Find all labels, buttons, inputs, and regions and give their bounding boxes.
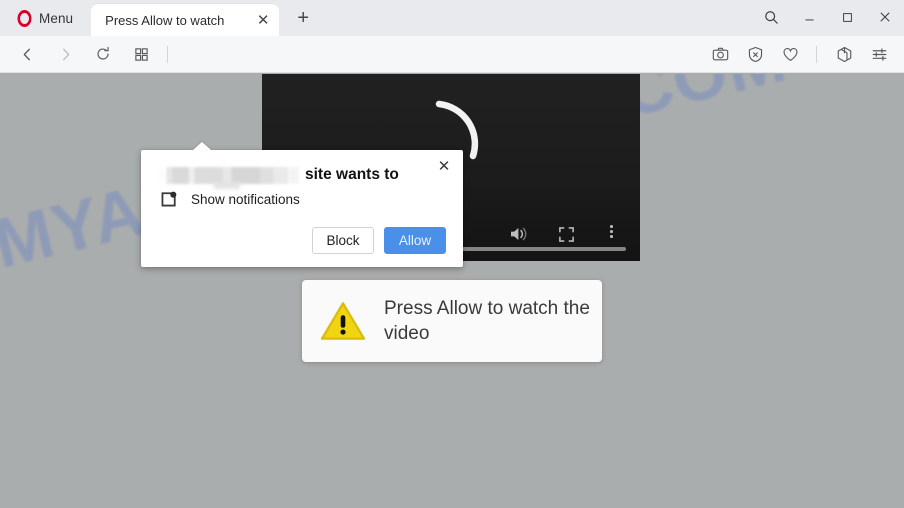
navigation-toolbar (0, 36, 904, 73)
toolbar-divider (167, 45, 168, 63)
toolbar-divider-2 (816, 46, 817, 63)
heart-icon[interactable] (773, 40, 807, 70)
warning-triangle-icon (320, 302, 366, 340)
kebab-dot (610, 225, 613, 228)
dialog-title-row: site wants to (158, 164, 425, 186)
reload-button[interactable] (86, 39, 120, 69)
permission-row: Show notifications (160, 191, 300, 208)
opera-logo-icon (17, 9, 32, 27)
dialog-button-group: Block Allow (312, 227, 446, 254)
new-tab-button[interactable]: + (288, 3, 318, 33)
permission-label: Show notifications (191, 192, 300, 207)
dialog-close-icon[interactable]: ✕ (433, 155, 455, 177)
maximize-button[interactable] (828, 0, 866, 34)
kebab-dot (610, 230, 613, 233)
kebab-dot (610, 235, 613, 238)
allow-button[interactable]: Allow (384, 227, 446, 254)
tab-strip: Menu Press Allow to watch ✕ + (0, 0, 904, 36)
fullscreen-icon[interactable] (558, 226, 575, 248)
search-icon[interactable] (752, 0, 790, 34)
block-button[interactable]: Block (312, 227, 374, 254)
close-button[interactable] (866, 0, 904, 34)
opera-menu-button[interactable]: Menu (10, 4, 79, 32)
forward-button[interactable] (48, 39, 82, 69)
volume-icon[interactable] (509, 225, 529, 248)
notification-permission-dialog: ✕ site wants to Show notifications Block… (141, 142, 463, 267)
camera-icon[interactable] (703, 40, 737, 70)
dialog-title: site wants to (305, 166, 399, 183)
shield-x-icon[interactable] (738, 40, 772, 70)
speed-dial-button[interactable] (124, 39, 158, 69)
redacted-site-name (158, 166, 299, 184)
browser-window: Menu Press Allow to watch ✕ + Press Allo… (0, 0, 904, 508)
toolbar-right-group (702, 36, 896, 73)
sliders-icon[interactable] (862, 40, 896, 70)
more-options-icon[interactable] (610, 225, 613, 238)
page-content: MYANTISPYWARE.COM 0:00 (0, 74, 904, 508)
dialog-pointer (193, 142, 211, 150)
menu-button-label: Menu (39, 10, 74, 26)
window-controls (752, 0, 904, 34)
notification-icon (161, 191, 177, 207)
warning-card-text: Press Allow to watch the video (384, 298, 590, 344)
back-button[interactable] (10, 39, 44, 69)
warning-card: Press Allow to watch the video (302, 280, 602, 362)
tab-close-icon[interactable]: ✕ (253, 10, 273, 30)
browser-tab-active[interactable]: Press Allow to watch ✕ (91, 4, 280, 36)
tab-title: Press Allow to watch (105, 12, 225, 28)
minimize-button[interactable] (790, 0, 828, 34)
cube-icon[interactable] (827, 40, 861, 70)
